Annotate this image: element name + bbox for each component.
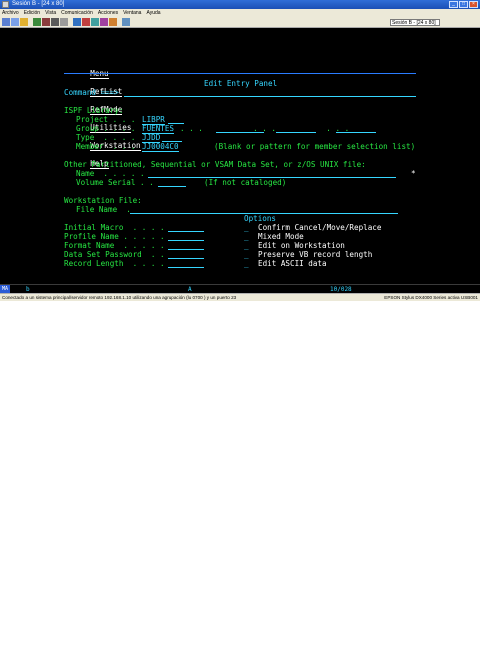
- initial-macro-label: Initial Macro . . . .: [64, 223, 165, 232]
- command-label: Command ===>: [64, 88, 119, 97]
- record-length-label: Record Length . . . .: [64, 259, 165, 268]
- macro-play-icon[interactable]: [91, 18, 99, 26]
- option-mark-workstation[interactable]: _: [244, 241, 249, 250]
- option-preserve-vb: Preserve VB record length: [258, 250, 373, 259]
- options-heading: Options: [244, 214, 277, 223]
- paste-icon[interactable]: [11, 18, 19, 26]
- group-field-4[interactable]: [336, 132, 376, 133]
- member-label: Member . . .: [76, 142, 136, 151]
- cursor-star: *: [411, 169, 416, 178]
- option-edit-workstation: Edit on Workstation: [258, 241, 345, 250]
- option-mixed-mode: Mixed Mode: [258, 232, 304, 241]
- option-edit-ascii: Edit ASCII data: [258, 259, 327, 268]
- app-icon: [2, 1, 9, 8]
- menu-ayuda[interactable]: Ayuda: [146, 9, 160, 17]
- profile-name-label: Profile Name . . . . .: [64, 232, 165, 241]
- profile-name-input[interactable]: [168, 240, 204, 241]
- option-mark-mixed[interactable]: _: [244, 232, 249, 241]
- ispf-library-heading: ISPF Library:: [64, 106, 124, 115]
- volume-serial-label: Volume Serial . .: [76, 178, 154, 187]
- group-field-3[interactable]: [276, 132, 316, 133]
- option-mark-preserve[interactable]: _: [244, 250, 249, 259]
- maximize-button[interactable]: □: [459, 1, 468, 8]
- disconnect-icon[interactable]: [82, 18, 90, 26]
- option-mark-confirm[interactable]: _: [244, 223, 249, 232]
- initial-macro-input[interactable]: [168, 231, 204, 232]
- help-icon[interactable]: [122, 18, 130, 26]
- menu-edicion[interactable]: Edición: [24, 9, 40, 17]
- dataset-password-input[interactable]: [168, 258, 204, 259]
- option-confirm-cancel: Confirm Cancel/Move/Replace: [258, 223, 382, 232]
- receive-icon[interactable]: [42, 18, 50, 26]
- dataset-password-label: Data Set Password . .: [64, 250, 165, 259]
- project-label: Project . . .: [76, 115, 136, 124]
- send-icon[interactable]: [33, 18, 41, 26]
- copy-icon[interactable]: [2, 18, 10, 26]
- settings-icon[interactable]: [109, 18, 117, 26]
- member-field[interactable]: JJ0004C0: [142, 142, 179, 152]
- connect-icon[interactable]: [73, 18, 81, 26]
- display-icon[interactable]: [51, 18, 59, 26]
- command-input[interactable]: [124, 96, 416, 97]
- workstation-file-heading: Workstation File:: [64, 196, 142, 205]
- minimize-button[interactable]: _: [449, 1, 458, 8]
- keyboard-icon[interactable]: [60, 18, 68, 26]
- terminal-screen[interactable]: Menu RefList RefMode Utilities Workstati…: [0, 28, 480, 284]
- type-label: Type . . . .: [76, 133, 136, 142]
- action-bar-divider: [64, 73, 416, 74]
- group-field-2[interactable]: [216, 132, 264, 133]
- window-title-bar: Sesión B - [24 x 80] _ □ ×: [0, 0, 480, 9]
- format-name-input[interactable]: [168, 249, 204, 250]
- option-mark-ascii[interactable]: _: [244, 259, 249, 268]
- window-title: Sesión B - [24 x 80]: [12, 1, 65, 7]
- volume-serial-input[interactable]: [158, 186, 186, 187]
- menu-acciones[interactable]: Acciones: [98, 9, 118, 17]
- macro-record-icon[interactable]: [100, 18, 108, 26]
- menu-vista[interactable]: Vista: [45, 9, 56, 17]
- file-name-label: File Name .: [76, 205, 131, 214]
- name-label: Name . . . . .: [76, 169, 145, 178]
- session-indicator: Sesión B - [24 x 80]: [390, 19, 440, 26]
- other-dataset-heading: Other Partitioned, Sequential or VSAM Da…: [64, 160, 366, 169]
- page-bottom-area: [0, 301, 480, 328]
- panel-title: Edit Entry Panel: [204, 79, 278, 88]
- group-concat-dots: . . . . . . . . .: [180, 124, 350, 133]
- close-button[interactable]: ×: [469, 1, 478, 8]
- volume-serial-hint: (If not cataloged): [204, 178, 287, 187]
- menu-comunicacion[interactable]: Comunicación: [61, 9, 93, 17]
- group-label: Group . . . .: [76, 124, 136, 133]
- menu-archivo[interactable]: Archivo: [2, 9, 19, 17]
- menu-ventana[interactable]: Ventana: [123, 9, 141, 17]
- print-icon[interactable]: [20, 18, 28, 26]
- record-length-input[interactable]: [168, 267, 204, 268]
- menu-bar: Archivo Edición Vista Comunicación Accio…: [0, 9, 480, 17]
- format-name-label: Format Name . . . . .: [64, 241, 165, 250]
- member-hint: (Blank or pattern for member selection l…: [214, 142, 416, 151]
